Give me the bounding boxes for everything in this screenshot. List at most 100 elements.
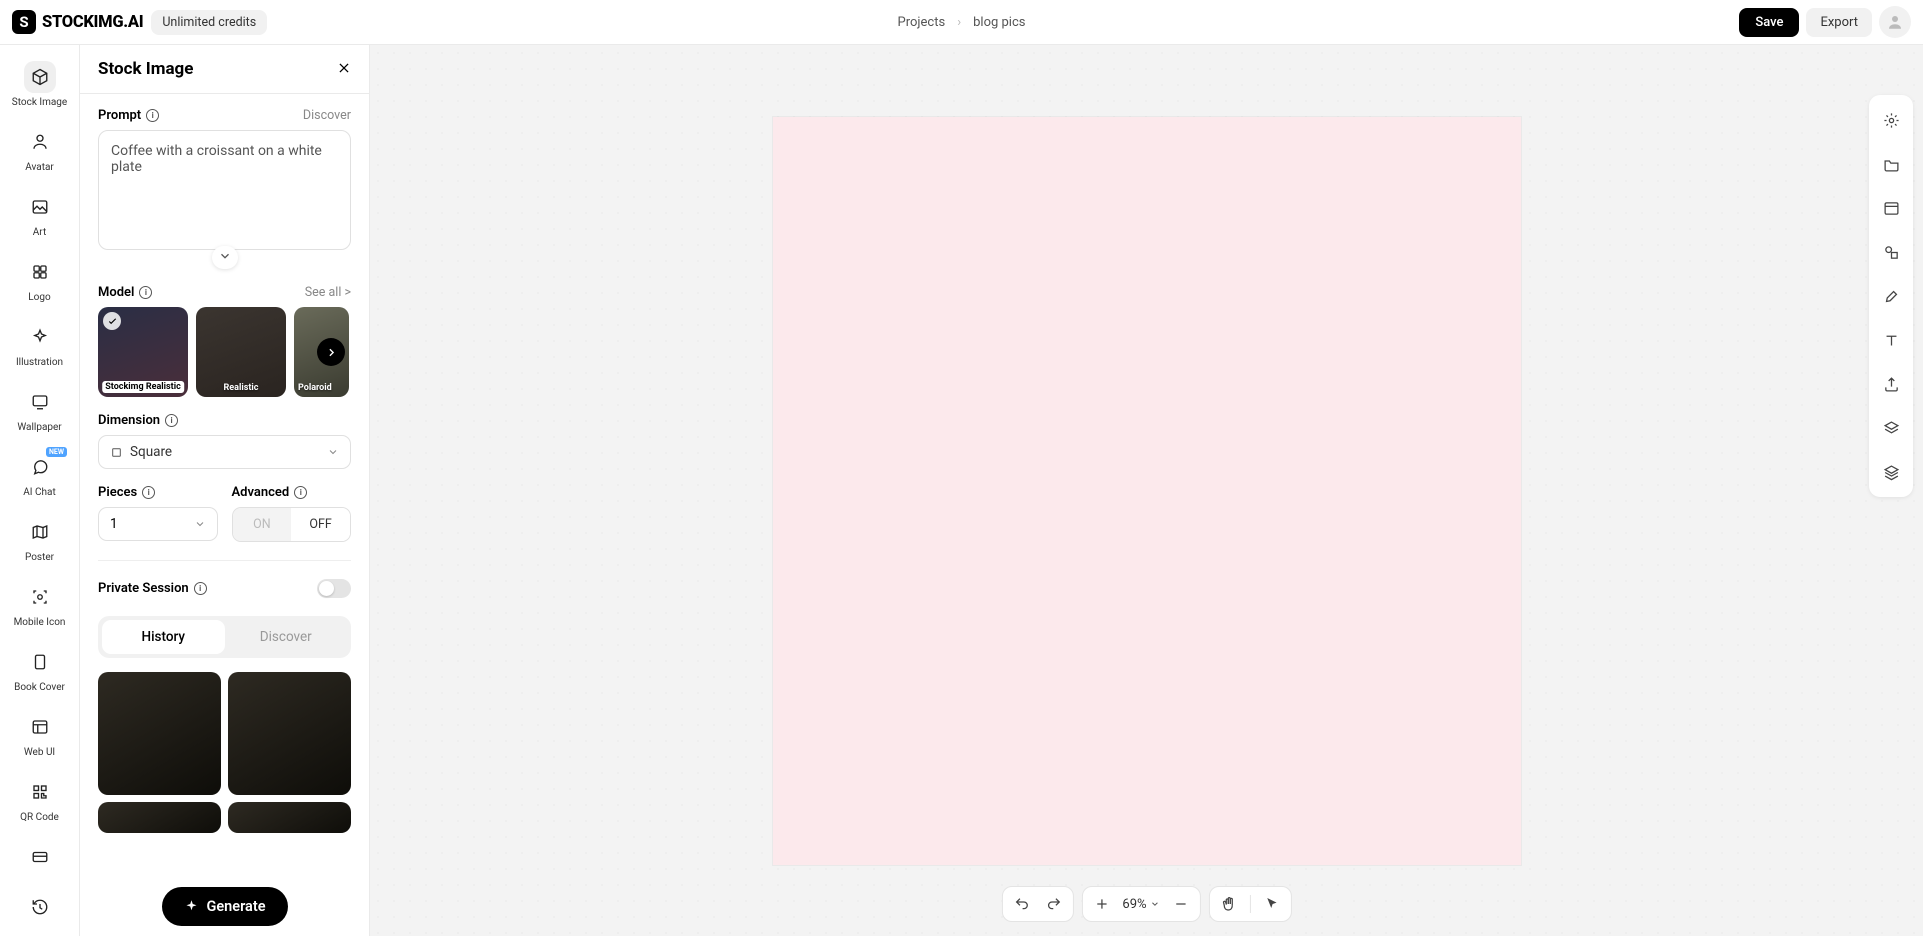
minus-icon xyxy=(1173,896,1189,912)
model-label: Model i xyxy=(98,285,152,300)
advanced-on-button[interactable]: ON xyxy=(233,508,292,541)
private-session-switch[interactable] xyxy=(317,579,351,598)
see-all-models-link[interactable]: See all > xyxy=(305,285,351,300)
selected-check-icon xyxy=(103,312,121,330)
person-icon xyxy=(31,133,49,151)
nav-label: Web UI xyxy=(24,747,55,758)
zoom-in-button[interactable] xyxy=(1090,893,1112,915)
nav-qr-code[interactable]: QR Code xyxy=(0,768,79,831)
nav-label: Wallpaper xyxy=(17,422,61,433)
template-button[interactable] xyxy=(1874,191,1908,225)
nav-label: Illustration xyxy=(16,357,63,368)
info-icon[interactable]: i xyxy=(146,109,159,122)
nav-illustration[interactable]: Illustration xyxy=(0,313,79,376)
nav-mobile-icon[interactable]: Mobile Icon xyxy=(0,573,79,636)
image-icon xyxy=(31,198,49,216)
zoom-level[interactable]: 69% xyxy=(1122,897,1159,912)
nav-poster[interactable]: Poster xyxy=(0,508,79,571)
nav-label: Avatar xyxy=(25,162,54,173)
save-button[interactable]: Save xyxy=(1739,8,1799,37)
logo-icon: S xyxy=(12,10,36,34)
layers-icon xyxy=(1883,464,1900,481)
credits-badge[interactable]: Unlimited credits xyxy=(151,10,267,35)
history-grid xyxy=(98,672,351,833)
pieces-label: Pieces i xyxy=(98,485,155,500)
nav-book-cover[interactable]: Book Cover xyxy=(0,638,79,701)
layout-icon xyxy=(1883,200,1900,217)
brush-button[interactable] xyxy=(1874,279,1908,313)
prompt-input[interactable] xyxy=(98,130,351,250)
nav-stock-image[interactable]: Stock Image xyxy=(0,53,79,116)
shapes-icon xyxy=(1883,244,1900,261)
tablet-icon xyxy=(31,653,49,671)
shapes-button[interactable] xyxy=(1874,235,1908,269)
cube-icon xyxy=(31,68,49,86)
model-card-realistic[interactable]: Realistic xyxy=(196,307,286,397)
topbar: S STOCKIMG.AI Unlimited credits Projects… xyxy=(0,0,1923,45)
breadcrumb-current[interactable]: blog pics xyxy=(973,15,1025,30)
pieces-value: 1 xyxy=(110,516,118,532)
info-icon[interactable]: i xyxy=(139,286,152,299)
breadcrumb: Projects › blog pics xyxy=(898,15,1026,30)
info-icon[interactable]: i xyxy=(165,414,178,427)
separator xyxy=(1250,895,1251,913)
pan-tool-button[interactable] xyxy=(1218,893,1240,915)
upload-button[interactable] xyxy=(1874,367,1908,401)
canvas-area[interactable]: 69% xyxy=(370,45,1923,936)
history-thumbnail[interactable] xyxy=(228,802,351,833)
dimension-select[interactable]: Square xyxy=(98,435,351,469)
bottom-toolbar: 69% xyxy=(1001,886,1291,922)
folder-button[interactable] xyxy=(1874,147,1908,181)
layers-button[interactable] xyxy=(1874,455,1908,489)
logo-group: S STOCKIMG.AI xyxy=(12,10,143,34)
nav-label: QR Code xyxy=(20,812,59,823)
model-name: Stockimg Realistic xyxy=(102,381,184,393)
select-tool-button[interactable] xyxy=(1261,893,1283,915)
stack-button[interactable] xyxy=(1874,411,1908,445)
redo-button[interactable] xyxy=(1042,893,1064,915)
export-button[interactable]: Export xyxy=(1806,8,1872,37)
expand-prompt-button[interactable] xyxy=(98,246,351,269)
prompt-label: Prompt i xyxy=(98,108,159,123)
info-icon[interactable]: i xyxy=(294,486,307,499)
nav-wallpaper[interactable]: Wallpaper xyxy=(0,378,79,441)
model-name: Polaroid xyxy=(298,383,332,393)
nav-label: Logo xyxy=(28,292,50,303)
card-icon xyxy=(31,848,49,866)
undo-icon xyxy=(1013,896,1029,912)
history-thumbnail[interactable] xyxy=(98,672,221,795)
model-card-stockimg-realistic[interactable]: Stockimg Realistic xyxy=(98,307,188,397)
close-button[interactable] xyxy=(337,60,351,79)
user-avatar[interactable] xyxy=(1879,6,1911,38)
text-button[interactable] xyxy=(1874,323,1908,357)
nav-avatar[interactable]: Avatar xyxy=(0,118,79,181)
undo-button[interactable] xyxy=(1010,893,1032,915)
settings-button[interactable] xyxy=(1874,103,1908,137)
nav-history[interactable] xyxy=(0,883,79,931)
history-thumbnail[interactable] xyxy=(228,672,351,795)
prompt-discover-link[interactable]: Discover xyxy=(303,108,351,123)
artboard[interactable] xyxy=(773,117,1521,865)
tab-history[interactable]: History xyxy=(102,620,225,654)
advanced-off-button[interactable]: OFF xyxy=(291,508,350,541)
nav-ai-chat[interactable]: NEW AI Chat xyxy=(0,443,79,506)
history-thumbnail[interactable] xyxy=(98,802,221,833)
generate-button[interactable]: Generate xyxy=(161,887,287,926)
zoom-out-button[interactable] xyxy=(1170,893,1192,915)
tabs: History Discover xyxy=(98,616,351,658)
tab-discover[interactable]: Discover xyxy=(225,620,348,654)
nav-more[interactable] xyxy=(0,833,79,881)
info-icon[interactable]: i xyxy=(142,486,155,499)
nav-logo[interactable]: Logo xyxy=(0,248,79,311)
breadcrumb-root[interactable]: Projects xyxy=(898,15,946,30)
pieces-select[interactable]: 1 xyxy=(98,507,218,541)
chevron-right-icon: › xyxy=(957,15,961,30)
nav-label: Art xyxy=(33,227,46,238)
panel-title: Stock Image xyxy=(98,59,193,79)
info-icon[interactable]: i xyxy=(194,582,207,595)
nav-web-ui[interactable]: Web UI xyxy=(0,703,79,766)
next-models-button[interactable] xyxy=(317,338,345,366)
leftnav: Stock Image Avatar Art Logo Illustration… xyxy=(0,45,80,936)
nav-art[interactable]: Art xyxy=(0,183,79,246)
layout-icon xyxy=(31,718,49,736)
